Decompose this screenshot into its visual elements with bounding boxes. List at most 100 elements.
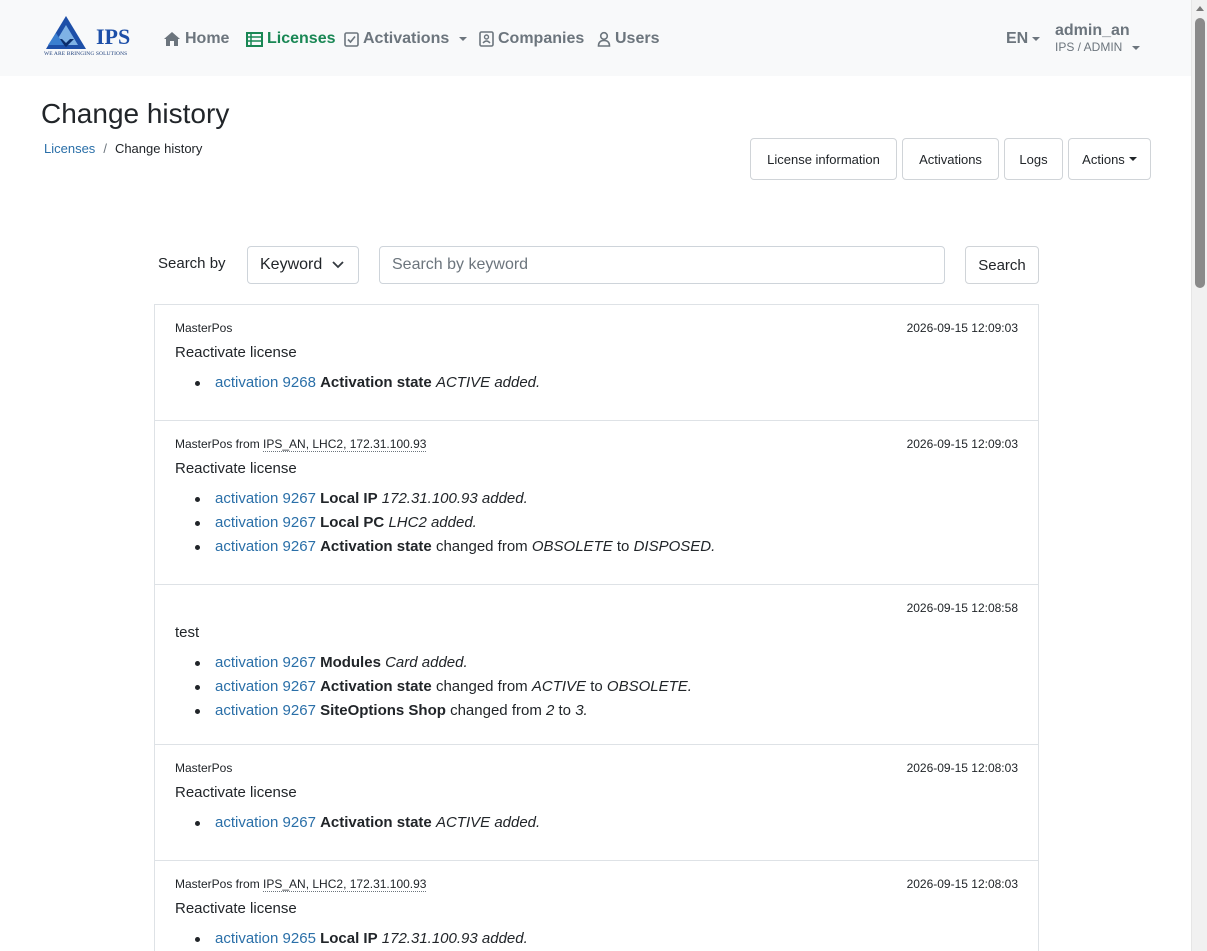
search-field-select[interactable]: Keyword [247, 246, 359, 284]
entry-time: 2026-09-15 12:09:03 [906, 437, 1018, 451]
nav-activations[interactable]: Activations [344, 28, 468, 50]
entry-source: MasterPos [175, 761, 232, 775]
change-action: added. [421, 654, 468, 671]
change-field: Local IP [320, 490, 378, 507]
page-title: Change history [41, 98, 230, 129]
nav-licenses[interactable]: Licenses [246, 28, 335, 50]
change-value: 172.31.100.93 [381, 490, 478, 507]
brand-tagline: WE ARE BRINGING SOLUTIONS [44, 51, 128, 57]
activation-link[interactable]: activation 9267 [215, 678, 316, 695]
change-list: activation 9265 Local IP 172.31.100.93 a… [195, 927, 528, 951]
nav-users-label: Users [615, 30, 660, 47]
activation-link[interactable]: activation 9267 [215, 814, 316, 831]
change-list: activation 9268 Activation state ACTIVE … [195, 371, 540, 395]
change-item: activation 9265 Local IP 172.31.100.93 a… [195, 927, 528, 951]
activations-label: Activations [919, 151, 982, 167]
change-value: LHC2 [388, 514, 427, 531]
entry-source: MasterPos from IPS_AN, LHC2, 172.31.100.… [175, 877, 427, 892]
nav-licenses-label: Licenses [267, 30, 336, 47]
change-item: activation 9268 Activation state ACTIVE … [195, 371, 540, 395]
chevron-down-icon [1032, 37, 1041, 41]
activation-link[interactable]: activation 9265 [215, 930, 316, 947]
entry-source: MasterPos [175, 321, 232, 335]
change-item: activation 9267 Activation state changed… [195, 535, 715, 559]
change-action: added. [481, 930, 528, 947]
actions-label: Actions [1082, 151, 1125, 167]
actions-dropdown-button[interactable]: Actions [1068, 138, 1151, 180]
user-name: admin_an [1055, 22, 1130, 39]
scroll-thumb[interactable] [1195, 18, 1205, 288]
navbar: IPS WE ARE BRINGING SOLUTIONS Home Licen… [0, 0, 1191, 76]
user-role: IPS / ADMIN [1055, 40, 1141, 55]
entry-title: test [175, 624, 200, 641]
change-to-word: to [616, 538, 630, 555]
change-field: Activation state [320, 814, 432, 831]
logs-label: Logs [1019, 151, 1048, 167]
chevron-down-icon [459, 37, 468, 41]
activation-link[interactable]: activation 9267 [215, 514, 316, 531]
entry-source-app: MasterPos from [175, 877, 260, 891]
brand-logo[interactable]: IPS WE ARE BRINGING SOLUTIONS [44, 15, 136, 60]
entry-title: Reactivate license [175, 900, 297, 917]
logs-button[interactable]: Logs [1004, 138, 1063, 180]
user-menu[interactable]: admin_an IPS / ADMIN [1055, 21, 1141, 55]
language-dropdown[interactable]: EN [1006, 28, 1041, 50]
breadcrumb: Licenses / Change history [44, 141, 202, 156]
license-information-label: License information [767, 151, 880, 167]
nav-home[interactable]: Home [163, 28, 229, 50]
activation-link[interactable]: activation 9267 [215, 702, 316, 719]
search-field-value: Keyword [260, 256, 323, 273]
history-entry: MasterPos 2026-09-15 12:09:03 Reactivate… [154, 304, 1039, 421]
contact-card-icon [479, 31, 494, 47]
search-button-label: Search [978, 256, 1026, 274]
change-action: added. [430, 514, 477, 531]
change-to-word: to [590, 678, 603, 695]
change-field: Local PC [320, 514, 385, 531]
entry-source-detail[interactable]: IPS_AN, LHC2, 172.31.100.93 [263, 437, 427, 452]
history-entry: 2026-09-15 12:08:58 test activation 9267… [154, 584, 1039, 745]
logo-triangle-icon [46, 16, 86, 49]
change-value: ACTIVE [435, 814, 491, 831]
brand-name: IPS [96, 24, 131, 49]
activation-link[interactable]: activation 9267 [215, 538, 316, 555]
entry-source-app: MasterPos [175, 761, 233, 775]
change-action: added. [494, 814, 541, 831]
entry-source-detail[interactable]: IPS_AN, LHC2, 172.31.100.93 [263, 877, 427, 892]
activations-button[interactable]: Activations [902, 138, 999, 180]
nav-activations-label: Activations [363, 30, 450, 47]
change-from: ACTIVE [531, 678, 587, 695]
entry-source-app: MasterPos [175, 321, 233, 335]
entry-title: Reactivate license [175, 460, 297, 477]
change-action: added. [494, 374, 541, 391]
change-list: activation 9267 Activation state ACTIVE … [195, 811, 540, 835]
change-field: Activation state [320, 538, 432, 555]
breadcrumb-separator: / [103, 141, 107, 156]
scrollbar[interactable] [1191, 0, 1207, 951]
search-input[interactable] [379, 246, 945, 284]
entry-title: Reactivate license [175, 784, 297, 801]
change-field: SiteOptions Shop [320, 702, 446, 719]
activation-link[interactable]: activation 9267 [215, 490, 316, 507]
nav-users[interactable]: Users [597, 28, 659, 50]
change-field: Local IP [320, 930, 378, 947]
search-button[interactable]: Search [965, 246, 1039, 284]
list-table-icon [246, 31, 263, 47]
scroll-up-icon[interactable] [1196, 6, 1204, 11]
activation-link[interactable]: activation 9267 [215, 654, 316, 671]
history-entry: MasterPos 2026-09-15 12:08:03 Reactivate… [154, 744, 1039, 861]
user-role-label: IPS / ADMIN [1055, 40, 1123, 54]
change-item: activation 9267 Local IP 172.31.100.93 a… [195, 487, 715, 511]
entry-time: 2026-09-15 12:08:03 [906, 877, 1018, 891]
license-information-button[interactable]: License information [750, 138, 897, 180]
change-item: activation 9267 Modules Card added. [195, 651, 692, 675]
activation-link[interactable]: activation 9268 [215, 374, 316, 391]
entry-title: Reactivate license [175, 344, 297, 361]
change-action: added. [481, 490, 528, 507]
change-verb: changed from [435, 538, 528, 555]
breadcrumb-licenses-link[interactable]: Licenses [44, 141, 95, 156]
entry-time: 2026-09-15 12:08:58 [906, 601, 1018, 615]
change-from: OBSOLETE [531, 538, 613, 555]
change-to: OBSOLETE. [606, 678, 692, 695]
nav-companies[interactable]: Companies [479, 28, 584, 50]
change-item: activation 9267 Local PC LHC2 added. [195, 511, 715, 535]
